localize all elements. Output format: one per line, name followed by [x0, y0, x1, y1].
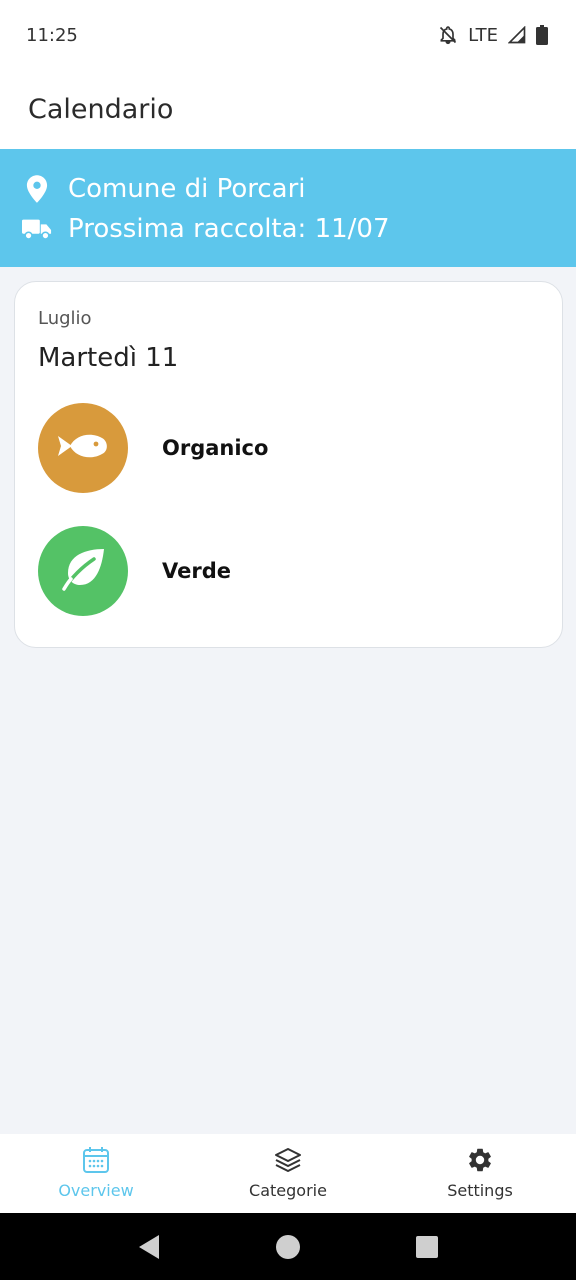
next-collection-text: Prossima raccolta: 11/07: [68, 214, 390, 244]
layers-icon: [273, 1145, 303, 1175]
notifications-off-icon: [438, 25, 458, 45]
truck-icon: [22, 214, 52, 244]
screen: 11:25 LTE Calendario Comune di Porcari P…: [0, 0, 576, 1280]
waste-icon-circle: [38, 526, 128, 616]
next-collection-row: Prossima raccolta: 11/07: [22, 209, 554, 249]
back-icon[interactable]: [129, 1227, 169, 1267]
location-row: Comune di Porcari: [22, 169, 554, 209]
card-month: Luglio: [38, 308, 92, 329]
location-name: Comune di Porcari: [68, 174, 306, 204]
battery-icon: [536, 25, 548, 45]
system-nav-bar: [0, 1213, 576, 1280]
nav-label: Categorie: [249, 1181, 327, 1200]
waste-label: Organico: [162, 436, 269, 460]
waste-icon-circle: [38, 403, 128, 493]
bottom-nav: Overview Categorie Settings: [0, 1134, 576, 1213]
nav-item-categorie[interactable]: Categorie: [192, 1134, 384, 1213]
card-day: Martedì 11: [38, 343, 179, 373]
collection-day-card[interactable]: Luglio Martedì 11 Organico Verde: [14, 281, 563, 648]
nav-item-overview[interactable]: Overview: [0, 1134, 192, 1213]
calendar-icon: [81, 1145, 111, 1175]
home-icon[interactable]: [268, 1227, 308, 1267]
waste-list: Organico Verde: [38, 403, 539, 616]
fish-icon: [56, 429, 110, 468]
status-bar: 11:25 LTE: [0, 0, 576, 70]
waste-item-verde[interactable]: Verde: [38, 526, 539, 616]
page-title: Calendario: [28, 94, 174, 125]
info-banner: Comune di Porcari Prossima raccolta: 11/…: [0, 149, 576, 267]
waste-item-organico[interactable]: Organico: [38, 403, 539, 493]
status-time: 11:25: [26, 24, 78, 46]
waste-label: Verde: [162, 559, 231, 583]
signal-icon: [508, 26, 526, 44]
nav-label: Settings: [447, 1181, 513, 1200]
network-type: LTE: [468, 24, 498, 46]
nav-label: Overview: [58, 1181, 134, 1200]
location-pin-icon: [22, 174, 52, 204]
leaf-icon: [60, 547, 106, 596]
status-icons: LTE: [438, 25, 548, 46]
nav-item-settings[interactable]: Settings: [384, 1134, 576, 1213]
recents-icon[interactable]: [407, 1227, 447, 1267]
gear-icon: [465, 1145, 495, 1175]
app-bar: Calendario: [0, 70, 576, 149]
